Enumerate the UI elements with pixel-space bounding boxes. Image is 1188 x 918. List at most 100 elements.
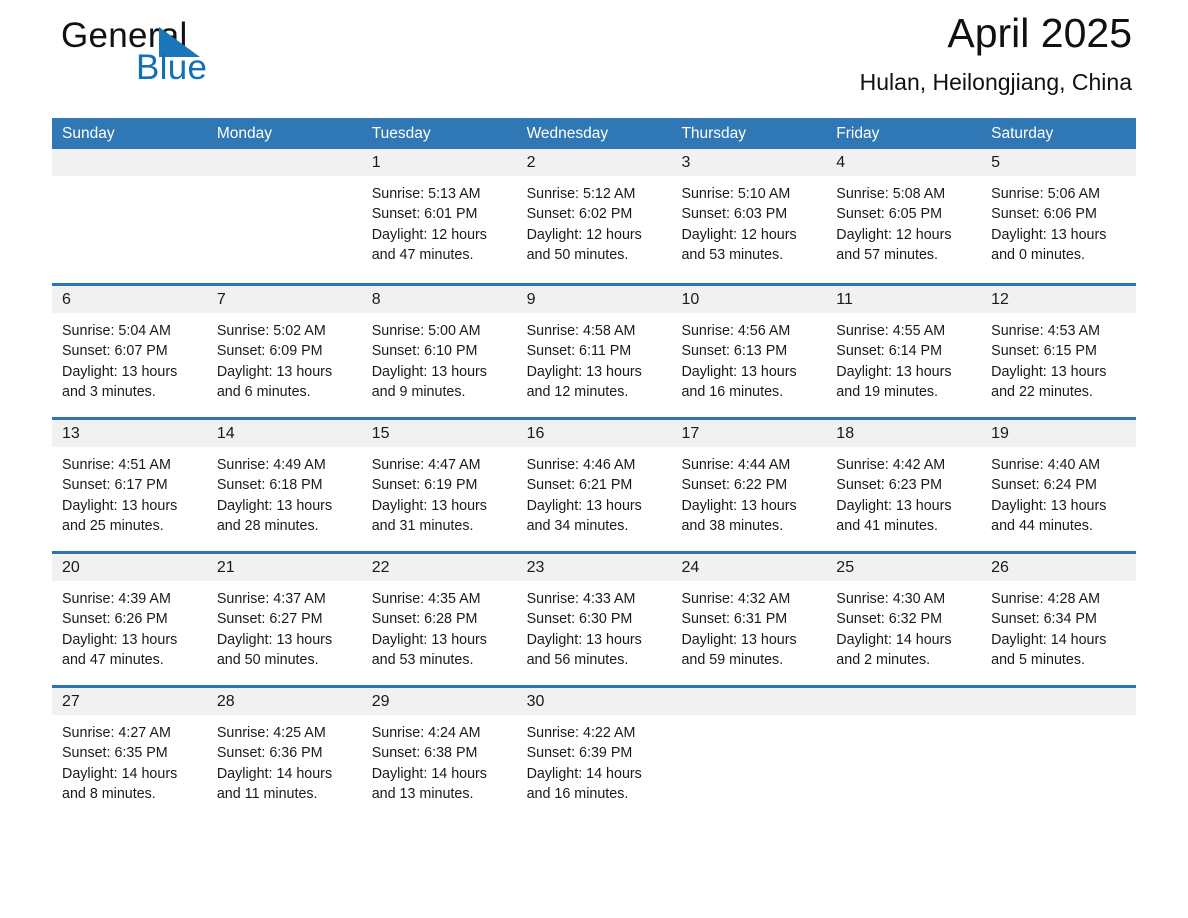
day-number: 12 (991, 291, 1009, 308)
day-number-band: 10 (671, 286, 827, 313)
calendar-week-row: 20 Sunrise: 4:39 AM Sunset: 6:26 PM Dayligh… (52, 551, 1137, 685)
day-details: Sunrise: 4:30 AM Sunset: 6:32 PM Daylight:… (826, 581, 982, 685)
week-cells: 6 Sunrise: 5:04 AM Sunset: 6:07 PM Daylight… (52, 286, 1137, 417)
day-detail-line: and 57 minutes. (836, 246, 939, 263)
day-detail-line: Sunrise: 4:56 AM (681, 323, 791, 339)
day-cell-3[interactable]: 3 Sunrise: 5:10 AM Sunset: 6:03 PM Daylight… (671, 149, 827, 283)
day-details: Sunrise: 4:37 AM Sunset: 6:27 PM Daylight:… (206, 581, 362, 685)
day-detail-line: and 19 minutes. (836, 383, 939, 400)
day-number: 29 (371, 693, 390, 710)
day-cell-4[interactable]: 4 Sunrise: 5:08 AM Sunset: 6:05 PM Daylight… (826, 149, 982, 283)
day-cell-22[interactable]: 22 Sunrise: 4:35 AM Sunset: 6:28 PM Dayligh… (361, 554, 517, 685)
day-cell-28[interactable]: 28 Sunrise: 4:25 AM Sunset: 6:36 PM Dayligh… (206, 688, 362, 819)
day-detail-line: Daylight: 12 hours (526, 226, 642, 243)
weekday-header-row: Sunday Monday Tuesday Wednesday Thursday Frid… (52, 118, 1136, 149)
day-detail-line: Sunset: 6:10 PM (371, 343, 478, 360)
brand-logo[interactable]: General Blue (57, 16, 477, 106)
day-cell-19[interactable]: 19 Sunrise: 4:40 AM Sunset: 6:24 PM Dayligh… (981, 420, 1137, 551)
day-detail-line: Daylight: 12 hours (836, 226, 952, 243)
day-cell-16[interactable]: 16 Sunrise: 4:46 AM Sunset: 6:21 PM Dayligh… (516, 420, 672, 551)
day-cell-7[interactable]: 7 Sunrise: 5:02 AM Sunset: 6:09 PM Daylight… (206, 286, 362, 417)
day-number-band: 19 (981, 420, 1137, 447)
day-number-band (52, 149, 207, 176)
day-detail-line: Sunrise: 5:08 AM (836, 186, 946, 202)
day-details (206, 176, 362, 283)
day-number-band (671, 688, 827, 715)
day-cell-14[interactable]: 14 Sunrise: 4:49 AM Sunset: 6:18 PM Dayligh… (206, 420, 362, 551)
day-cell-11[interactable]: 11 Sunrise: 4:55 AM Sunset: 6:14 PM Dayligh… (826, 286, 982, 417)
day-detail-line: Sunrise: 4:53 AM (991, 323, 1101, 339)
day-detail-line: Sunset: 6:13 PM (681, 343, 788, 360)
day-cell-8[interactable]: 8 Sunrise: 5:00 AM Sunset: 6:10 PM Daylight… (361, 286, 517, 417)
day-detail-line: and 47 minutes. (371, 246, 474, 263)
day-number: 30 (526, 693, 545, 710)
day-cell-20[interactable]: 20 Sunrise: 4:39 AM Sunset: 6:26 PM Dayligh… (52, 554, 207, 685)
day-detail-line: Sunset: 6:24 PM (991, 477, 1097, 494)
day-detail-line: and 3 minutes. (62, 383, 156, 400)
day-number-band (206, 149, 362, 176)
day-detail-line: Sunrise: 4:24 AM (371, 725, 481, 741)
day-cell-10[interactable]: 10 Sunrise: 4:56 AM Sunset: 6:13 PM Dayligh… (671, 286, 827, 417)
day-cell-27[interactable]: 27 Sunrise: 4:27 AM Sunset: 6:35 PM Dayligh… (52, 688, 207, 819)
day-cell-18[interactable]: 18 Sunrise: 4:42 AM Sunset: 6:23 PM Dayligh… (826, 420, 982, 551)
day-detail-line: Daylight: 12 hours (371, 226, 487, 243)
day-detail-line: Daylight: 14 hours (526, 765, 642, 782)
day-detail-line: Sunset: 6:35 PM (62, 745, 168, 762)
day-details: Sunrise: 4:33 AM Sunset: 6:30 PM Daylight:… (516, 581, 672, 685)
day-cell-26[interactable]: 26 Sunrise: 4:28 AM Sunset: 6:34 PM Dayligh… (981, 554, 1137, 685)
day-details: Sunrise: 4:58 AM Sunset: 6:11 PM Daylight:… (516, 313, 672, 417)
day-cell-9[interactable]: 9 Sunrise: 4:58 AM Sunset: 6:11 PM Daylight… (516, 286, 672, 417)
day-number: 14 (216, 425, 235, 442)
day-cell-empty (206, 149, 362, 283)
day-detail-line: Sunset: 6:23 PM (836, 477, 942, 494)
day-cell-15[interactable]: 15 Sunrise: 4:47 AM Sunset: 6:19 PM Dayligh… (361, 420, 517, 551)
day-detail-line: Sunrise: 4:30 AM (836, 591, 946, 607)
day-cell-empty (981, 688, 1137, 819)
day-number: 19 (991, 425, 1009, 442)
day-cell-1[interactable]: 1 Sunrise: 5:13 AM Sunset: 6:01 PM Daylight… (361, 149, 517, 283)
day-detail-line: Sunset: 6:28 PM (371, 611, 478, 628)
weekday-header-tuesday: Tuesday (371, 125, 431, 142)
day-cell-17[interactable]: 17 Sunrise: 4:44 AM Sunset: 6:22 PM Dayligh… (671, 420, 827, 551)
day-number-band: 9 (516, 286, 672, 313)
day-cell-25[interactable]: 25 Sunrise: 4:30 AM Sunset: 6:32 PM Dayligh… (826, 554, 982, 685)
day-cell-5[interactable]: 5 Sunrise: 5:06 AM Sunset: 6:06 PM Daylight… (981, 149, 1137, 283)
day-cell-6[interactable]: 6 Sunrise: 5:04 AM Sunset: 6:07 PM Daylight… (52, 286, 207, 417)
day-cell-empty (52, 149, 207, 283)
day-detail-line: Daylight: 13 hours (526, 497, 642, 514)
day-number-band: 6 (52, 286, 207, 313)
day-cell-23[interactable]: 23 Sunrise: 4:33 AM Sunset: 6:30 PM Dayligh… (516, 554, 672, 685)
day-number-band: 29 (361, 688, 517, 715)
day-details: Sunrise: 4:46 AM Sunset: 6:21 PM Daylight:… (516, 447, 672, 551)
day-detail-line: Sunset: 6:30 PM (526, 611, 633, 628)
day-details: Sunrise: 4:35 AM Sunset: 6:28 PM Daylight:… (361, 581, 517, 685)
day-detail-line: Sunrise: 4:25 AM (216, 725, 326, 741)
day-detail-line: Sunset: 6:14 PM (836, 343, 942, 360)
calendar-week-row: 1 Sunrise: 5:13 AM Sunset: 6:01 PM Daylight… (52, 149, 1137, 283)
day-detail-line: Sunrise: 4:35 AM (371, 591, 481, 607)
day-detail-line: Sunrise: 4:39 AM (62, 591, 171, 607)
day-cell-12[interactable]: 12 Sunrise: 4:53 AM Sunset: 6:15 PM Dayligh… (981, 286, 1137, 417)
day-details: Sunrise: 4:28 AM Sunset: 6:34 PM Daylight:… (981, 581, 1137, 685)
day-detail-line: Daylight: 14 hours (991, 631, 1107, 648)
calendar-week-row: 13 Sunrise: 4:51 AM Sunset: 6:17 PM Dayligh… (52, 417, 1137, 551)
day-number: 4 (836, 154, 846, 171)
day-cell-21[interactable]: 21 Sunrise: 4:37 AM Sunset: 6:27 PM Dayligh… (206, 554, 362, 685)
day-number: 28 (216, 693, 235, 710)
day-number: 13 (62, 425, 80, 442)
day-cell-2[interactable]: 2 Sunrise: 5:12 AM Sunset: 6:02 PM Daylight… (516, 149, 672, 283)
day-number-band: 3 (671, 149, 827, 176)
day-detail-line: Sunrise: 4:47 AM (371, 457, 481, 473)
day-detail-line: Sunrise: 5:12 AM (526, 186, 636, 202)
day-detail-line: and 53 minutes. (371, 651, 474, 668)
day-cell-13[interactable]: 13 Sunrise: 4:51 AM Sunset: 6:17 PM Dayligh… (52, 420, 207, 551)
day-cell-30[interactable]: 30 Sunrise: 4:22 AM Sunset: 6:39 PM Dayligh… (516, 688, 672, 819)
day-cell-29[interactable]: 29 Sunrise: 4:24 AM Sunset: 6:38 PM Dayligh… (361, 688, 517, 819)
weekday-header-wednesday: Wednesday (526, 125, 609, 142)
day-detail-line: Sunrise: 4:51 AM (62, 457, 171, 473)
day-details: Sunrise: 4:32 AM Sunset: 6:31 PM Daylight:… (671, 581, 827, 685)
day-cell-24[interactable]: 24 Sunrise: 4:32 AM Sunset: 6:31 PM Dayligh… (671, 554, 827, 685)
day-detail-line: Daylight: 12 hours (681, 226, 797, 243)
day-number-band: 21 (206, 554, 362, 581)
day-detail-line: and 41 minutes. (836, 517, 939, 534)
